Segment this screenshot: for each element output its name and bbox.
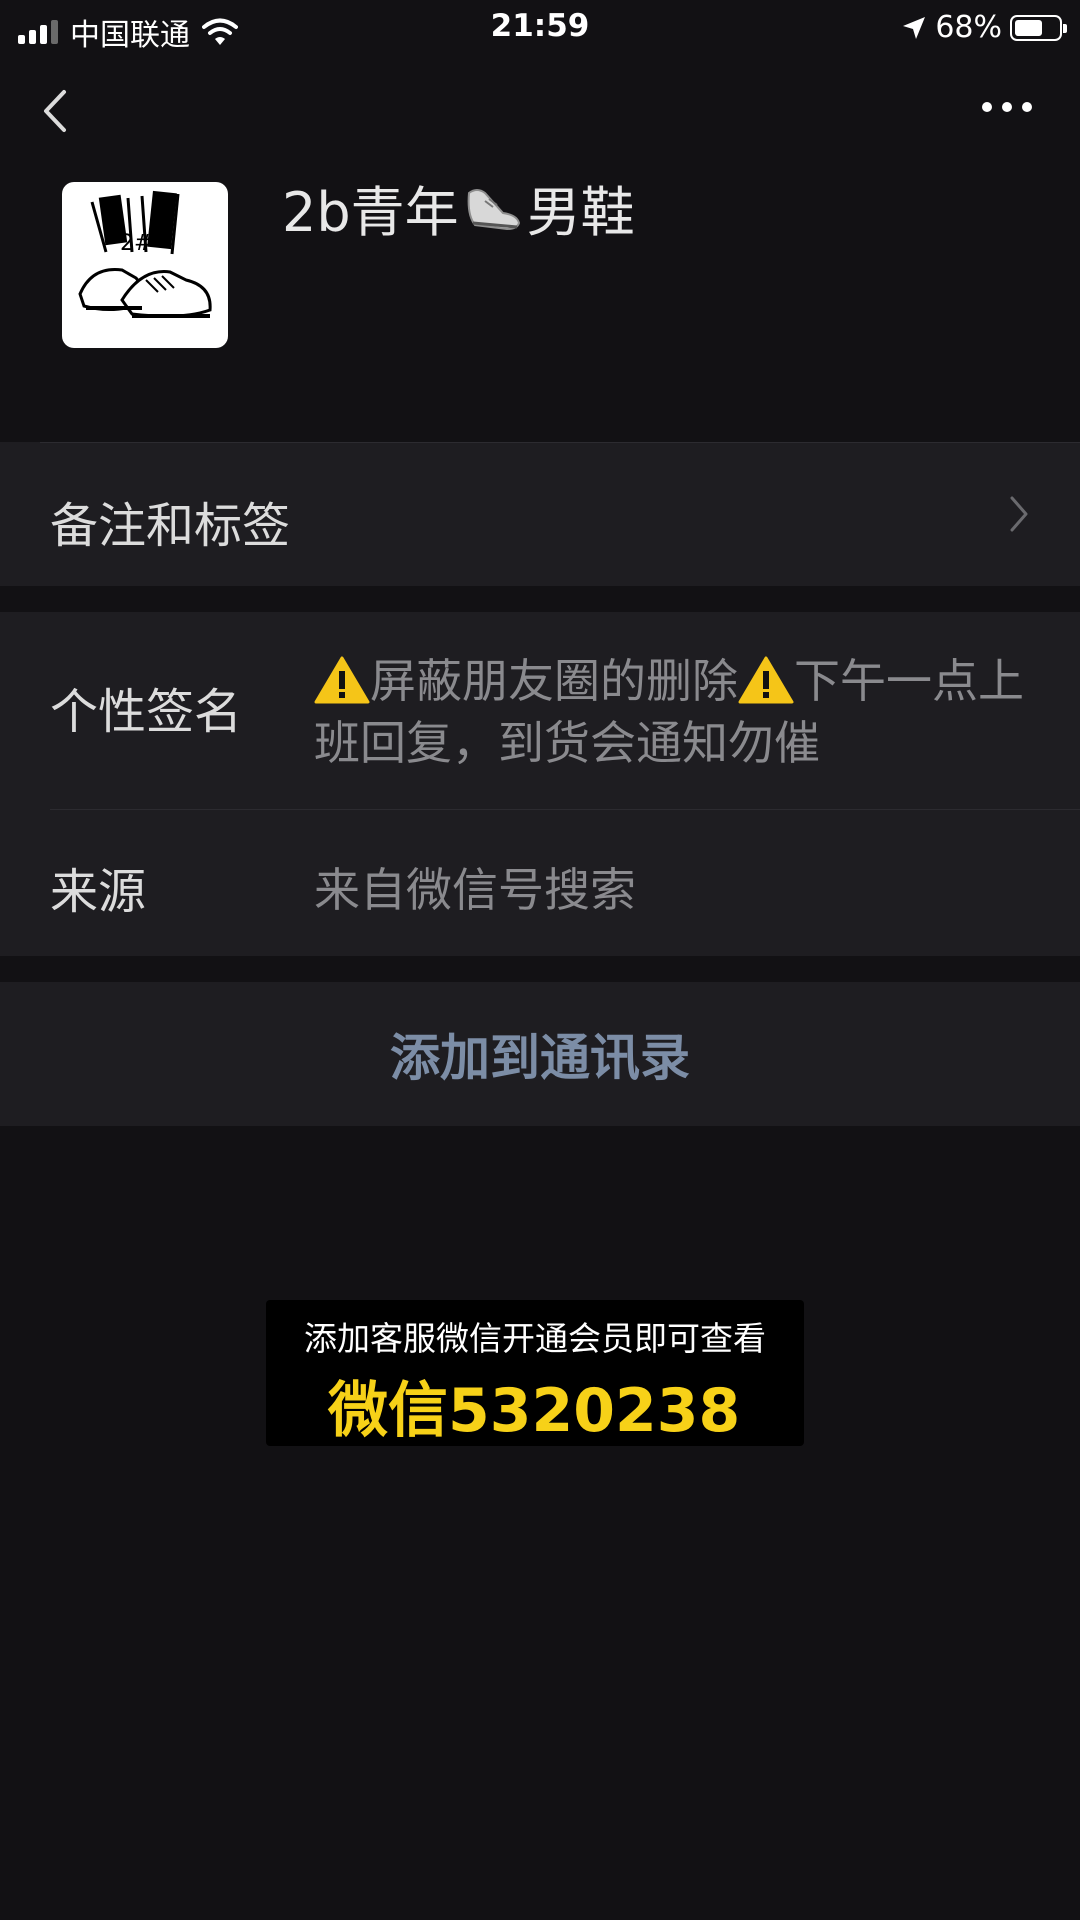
battery-icon — [1010, 14, 1067, 41]
warning-icon — [314, 656, 370, 704]
signature-part1: 屏蔽朋友圈的删除 — [370, 654, 738, 708]
promo-wechat-id: 微信5320238 — [328, 1376, 741, 1446]
promo-line1: 添加客服微信开通会员即可查看 — [304, 1319, 766, 1358]
divider — [40, 442, 1080, 443]
profile-name: 2b青年 男鞋 — [282, 168, 635, 247]
battery-fill — [1015, 19, 1042, 36]
profile-name-prefix: 2b青年 — [282, 181, 459, 244]
chevron-left-icon[interactable] — [36, 86, 76, 136]
chevron-right-icon — [1010, 496, 1028, 532]
promo-overlay: 添加客服微信开通会员即可查看 微信5320238 — [266, 1300, 804, 1446]
battery-percent: 68% — [935, 10, 1002, 45]
avatar-text: 2# — [120, 231, 152, 256]
add-contact-row: 添加到通讯录 — [0, 982, 1080, 1126]
remark-tags-row[interactable]: 备注和标签 — [0, 442, 1080, 586]
remark-tags-label: 备注和标签 — [50, 498, 291, 554]
avatar[interactable]: 2# — [62, 182, 228, 348]
signature-value: 屏蔽朋友圈的删除 下午一点上班回复，到货会通知勿催 — [314, 650, 1034, 774]
warning-icon — [738, 656, 794, 704]
status-right: 68% — [901, 10, 1067, 45]
profile-header: 2# 2b青年 男鞋 — [0, 160, 1080, 440]
info-section: 个性签名 屏蔽朋友圈的删除 下午一点上班回复，到货会通知勿催 来源 来自微信号搜… — [0, 612, 1080, 956]
profile-name-suffix: 男鞋 — [526, 181, 635, 244]
more-dots-icon[interactable] — [982, 102, 1032, 112]
navigation-bar — [0, 56, 1080, 166]
divider — [50, 809, 1080, 810]
avatar-shoes-drawing: 2# — [78, 190, 212, 318]
signature-label: 个性签名 — [50, 684, 243, 740]
location-arrow-icon — [903, 16, 926, 39]
add-to-contacts-button[interactable]: 添加到通讯录 — [0, 982, 1080, 1126]
status-bar: 中国联通 21:59 68% — [0, 0, 1080, 56]
source-value: 来自微信号搜索 — [314, 863, 636, 917]
sneaker-icon — [467, 188, 520, 230]
source-label: 来源 — [50, 864, 147, 920]
contact-profile-page: 中国联通 21:59 68% 2# 2b青年 男鞋 备注和标签 个性签名 屏蔽朋… — [0, 0, 1080, 1920]
